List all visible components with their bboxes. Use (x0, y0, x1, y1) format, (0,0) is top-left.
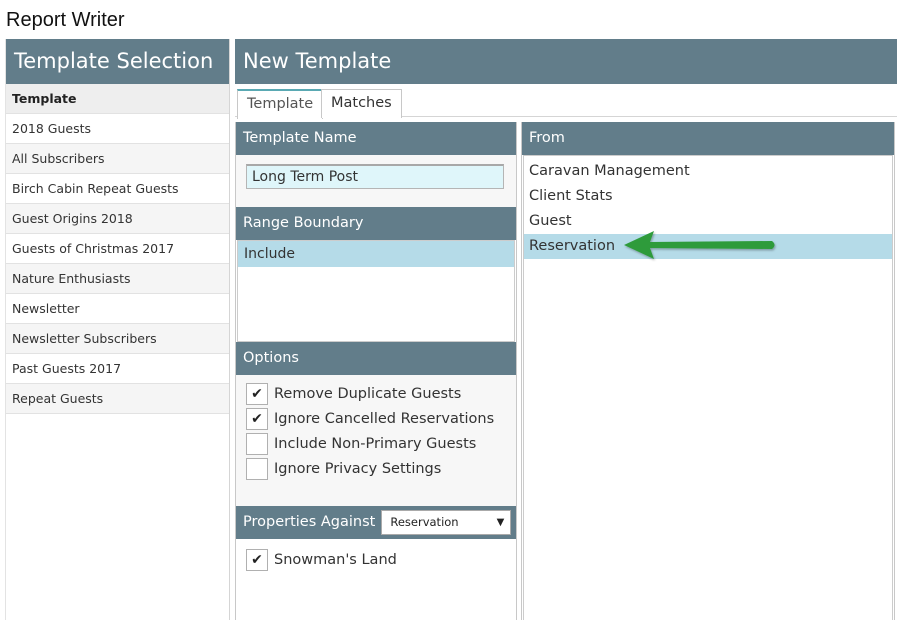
from-item[interactable]: Client Stats (524, 184, 892, 209)
caret-down-icon: ▼ (496, 517, 505, 528)
property-label: Snowman's Land (274, 551, 397, 568)
property-item: ✔ Snowman's Land (236, 547, 516, 572)
template-item[interactable]: Newsletter (6, 294, 229, 324)
new-template-heading: New Template (235, 39, 897, 84)
range-boundary-heading: Range Boundary (236, 207, 516, 240)
template-item[interactable]: All Subscribers (6, 144, 229, 174)
template-list-header: Template (6, 84, 229, 114)
tab-template[interactable]: Template (237, 89, 324, 119)
checkbox[interactable] (246, 432, 268, 455)
from-column: From Caravan Management Client Stats Gue… (521, 122, 895, 620)
template-item[interactable]: Newsletter Subscribers (6, 324, 229, 354)
options-heading: Options (236, 342, 516, 375)
tab-bar: Template Matches (235, 84, 897, 119)
template-selection-heading: Template Selection (6, 39, 229, 84)
template-item[interactable]: Repeat Guests (6, 384, 229, 414)
tab-matches[interactable]: Matches (321, 89, 402, 118)
template-item[interactable]: Guests of Christmas 2017 (6, 234, 229, 264)
checkbox[interactable]: ✔ (246, 382, 268, 405)
option-ignore-privacy-settings: Ignore Privacy Settings (236, 456, 516, 481)
option-remove-duplicate-guests: ✔ Remove Duplicate Guests (236, 381, 516, 406)
template-list: Template 2018 Guests All Subscribers Bir… (6, 84, 229, 414)
option-include-non-primary-guests: Include Non-Primary Guests (236, 431, 516, 456)
select-value: Reservation (390, 515, 459, 529)
template-item[interactable]: Past Guests 2017 (6, 354, 229, 384)
checkbox[interactable]: ✔ (246, 548, 268, 571)
pointer-arrow-icon (624, 231, 775, 259)
app-title: Report Writer (6, 9, 125, 31)
from-heading: From (522, 122, 894, 155)
range-boundary-list: Include (237, 240, 515, 342)
new-template-panel: New Template Template Matches Template N… (235, 39, 897, 620)
properties-against-select[interactable]: Reservation ▼ (381, 510, 512, 535)
properties-list: ✔ Snowman's Land (236, 539, 516, 619)
properties-against-label: Properties Against (243, 514, 376, 530)
checkbox[interactable]: ✔ (246, 407, 268, 430)
template-settings-column: Template Name Long Term Post Range Bound… (235, 122, 517, 620)
template-item[interactable]: Birch Cabin Repeat Guests (6, 174, 229, 204)
option-label: Remove Duplicate Guests (274, 385, 462, 402)
template-name-heading: Template Name (236, 122, 516, 155)
template-item[interactable]: Guest Origins 2018 (6, 204, 229, 234)
template-selection-panel: Template Selection Template 2018 Guests … (5, 39, 230, 620)
template-item[interactable]: 2018 Guests (6, 114, 229, 144)
option-label: Include Non-Primary Guests (274, 435, 477, 452)
option-label: Ignore Cancelled Reservations (274, 410, 495, 427)
checkbox[interactable] (246, 457, 268, 480)
from-list: Caravan Management Client Stats Guest Re… (523, 155, 893, 620)
properties-against-heading: Properties Against Reservation ▼ (236, 506, 516, 539)
template-item[interactable]: Nature Enthusiasts (6, 264, 229, 294)
option-ignore-cancelled-reservations: ✔ Ignore Cancelled Reservations (236, 406, 516, 431)
option-label: Ignore Privacy Settings (274, 460, 442, 477)
range-boundary-option[interactable]: Include (238, 241, 514, 267)
from-item[interactable]: Caravan Management (524, 159, 892, 184)
options-list: ✔ Remove Duplicate Guests ✔ Ignore Cance… (236, 375, 516, 506)
template-name-input[interactable]: Long Term Post (246, 164, 504, 189)
